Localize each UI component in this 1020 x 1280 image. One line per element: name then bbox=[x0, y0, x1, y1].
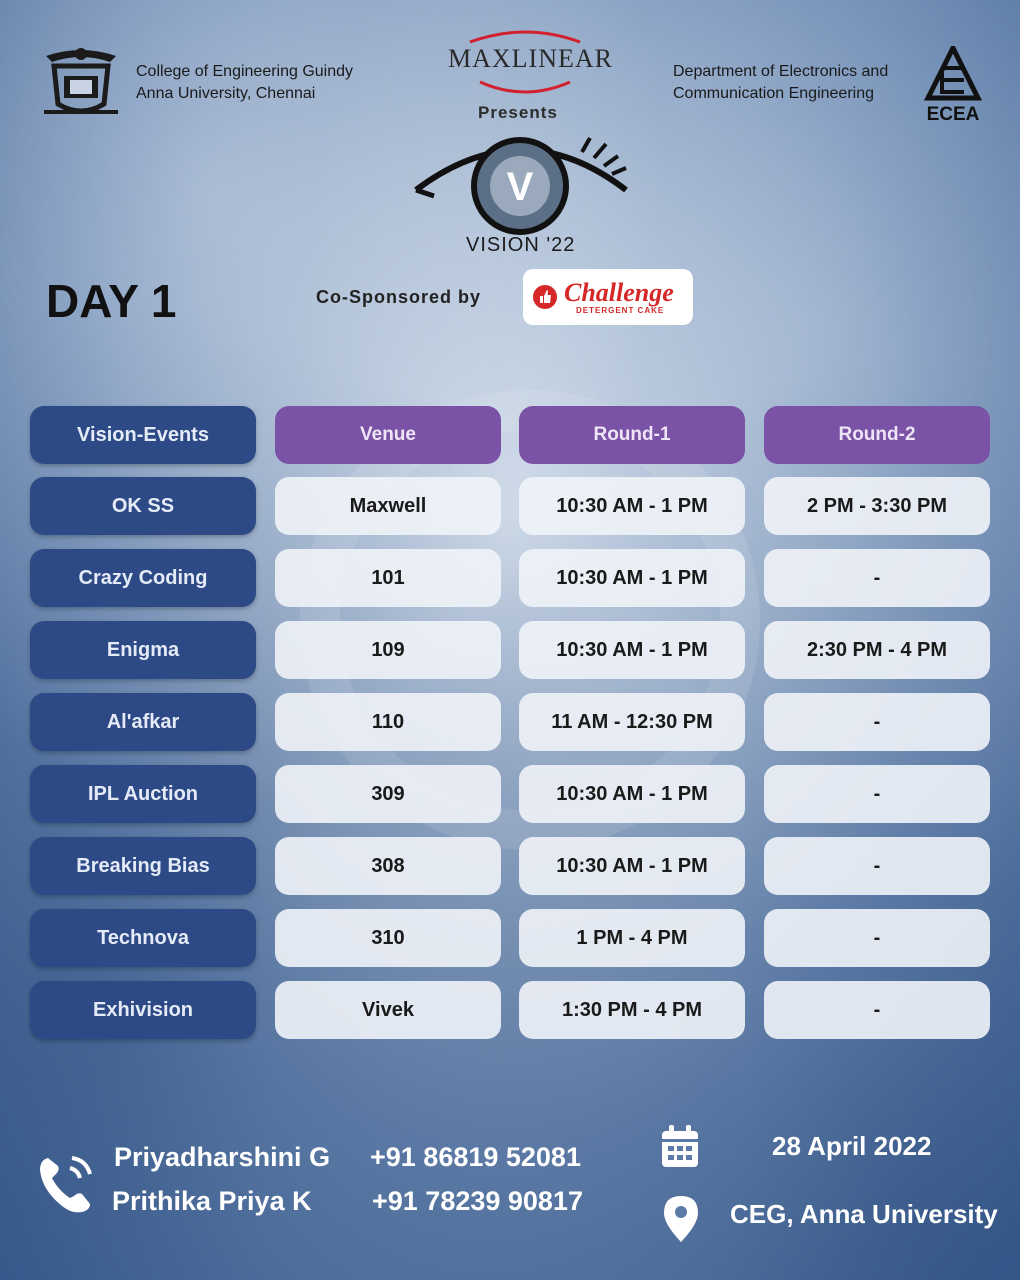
ecea-text: ECEA bbox=[927, 104, 980, 124]
college-name: College of Engineering Guindy Anna Unive… bbox=[136, 61, 353, 105]
round1-cell: 10:30 AM - 1 PM bbox=[519, 549, 745, 607]
event-name: IPL Auction bbox=[30, 765, 256, 823]
day-label: DAY 1 bbox=[46, 275, 177, 327]
header-round-2: Round-2 bbox=[764, 406, 990, 464]
round2-cell: 2 PM - 3:30 PM bbox=[764, 477, 990, 535]
ecea-logo-icon: ECEA bbox=[924, 46, 982, 124]
event-name: Breaking Bias bbox=[30, 837, 256, 895]
venue-cell: 110 bbox=[275, 693, 501, 751]
round1-cell: 11 AM - 12:30 PM bbox=[519, 693, 745, 751]
round1-cell: 10:30 AM - 1 PM bbox=[519, 477, 745, 535]
round1-cell: 1 PM - 4 PM bbox=[519, 909, 745, 967]
phone-icon bbox=[40, 1156, 92, 1213]
challenge-brand: Challenge bbox=[564, 278, 674, 307]
event-date: 28 April 2022 bbox=[772, 1131, 932, 1161]
round2-cell: - bbox=[764, 981, 990, 1039]
round2-cell: - bbox=[764, 909, 990, 967]
contact-phone[interactable]: +91 86819 52081 bbox=[370, 1142, 581, 1173]
header-vision-events: Vision-Events bbox=[30, 406, 256, 464]
round1-cell: 1:30 PM - 4 PM bbox=[519, 981, 745, 1039]
vision-mark: V bbox=[507, 165, 534, 209]
challenge-logo: Challenge DETERGENT CAKE bbox=[523, 269, 693, 325]
venue-cell: 310 bbox=[275, 909, 501, 967]
event-location: CEG, Anna University bbox=[730, 1199, 998, 1229]
venue-cell: 308 bbox=[275, 837, 501, 895]
venue-cell: 109 bbox=[275, 621, 501, 679]
dept-line-2: Communication Engineering bbox=[673, 85, 874, 102]
calendar-icon bbox=[662, 1125, 698, 1167]
dept-line-1: Department of Electronics and bbox=[673, 63, 889, 80]
round2-cell: - bbox=[764, 693, 990, 751]
header-round-1: Round-1 bbox=[519, 406, 745, 464]
venue-cell: 309 bbox=[275, 765, 501, 823]
round2-cell: 2:30 PM - 4 PM bbox=[764, 621, 990, 679]
cosponsor-label: Co-Sponsored by bbox=[316, 287, 482, 307]
round2-cell: - bbox=[764, 837, 990, 895]
round2-cell: - bbox=[764, 549, 990, 607]
event-title: VISION '22 bbox=[466, 234, 576, 256]
venue-cell: Maxwell bbox=[275, 477, 501, 535]
event-name: Enigma bbox=[30, 621, 256, 679]
thumbs-up-icon bbox=[533, 285, 557, 309]
event-name: OK SS bbox=[30, 477, 256, 535]
event-name: Crazy Coding bbox=[30, 549, 256, 607]
ceg-emblem-icon bbox=[44, 48, 118, 114]
department-name: Department of Electronics and Communicat… bbox=[673, 61, 888, 105]
round2-cell: - bbox=[764, 765, 990, 823]
eye-logo-icon: V bbox=[414, 137, 628, 235]
contact-name: Prithika Priya K bbox=[112, 1186, 312, 1216]
college-line-2: Anna University, Chennai bbox=[136, 85, 316, 102]
maxlinear-logo: MAXLINEAR bbox=[448, 44, 613, 73]
contact-phone[interactable]: +91 78239 90817 bbox=[372, 1186, 583, 1217]
round1-cell: 10:30 AM - 1 PM bbox=[519, 621, 745, 679]
header-venue: Venue bbox=[275, 406, 501, 464]
round1-cell: 10:30 AM - 1 PM bbox=[519, 765, 745, 823]
college-line-1: College of Engineering Guindy bbox=[136, 63, 354, 80]
round1-cell: 10:30 AM - 1 PM bbox=[519, 837, 745, 895]
event-name: Al'afkar bbox=[30, 693, 256, 751]
venue-cell: Vivek bbox=[275, 981, 501, 1039]
venue-cell: 101 bbox=[275, 549, 501, 607]
event-name: Exhivision bbox=[30, 981, 256, 1039]
presents-label: Presents bbox=[478, 103, 558, 122]
location-pin-icon bbox=[664, 1196, 698, 1242]
challenge-subtitle: DETERGENT CAKE bbox=[576, 306, 665, 315]
event-name: Technova bbox=[30, 909, 256, 967]
contact-name: Priyadharshini G bbox=[114, 1142, 331, 1172]
